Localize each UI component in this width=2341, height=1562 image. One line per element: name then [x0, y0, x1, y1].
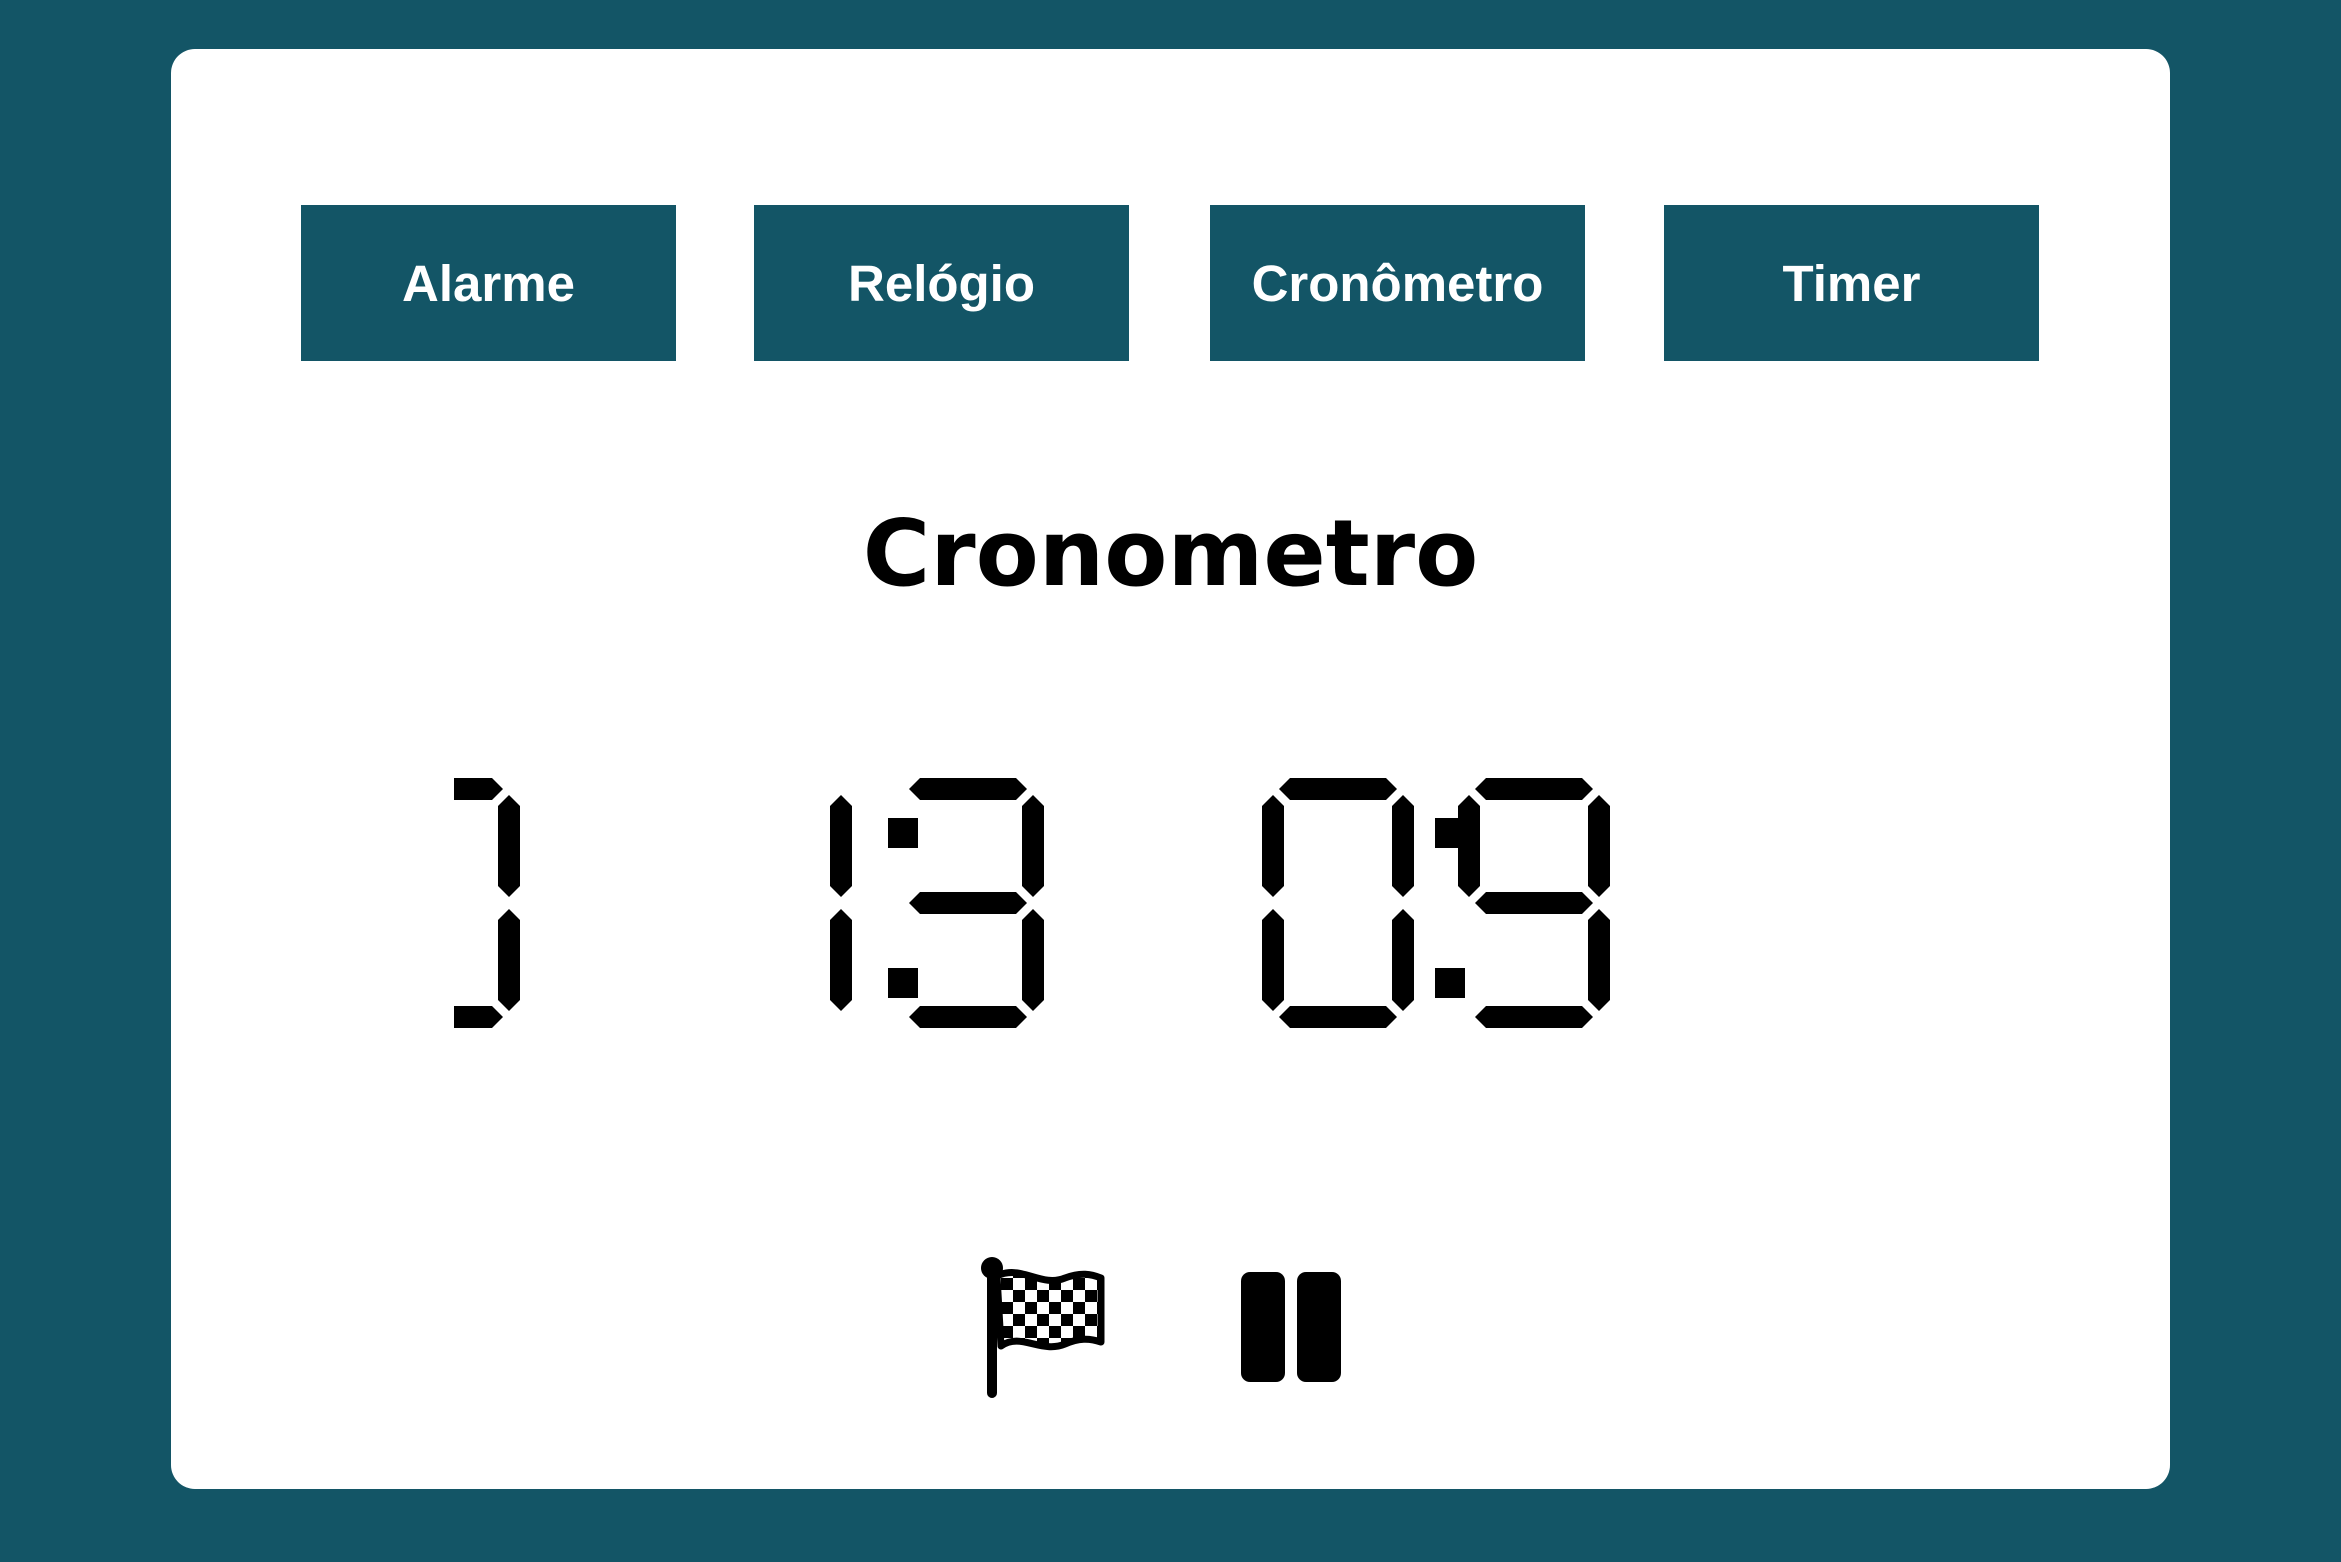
digit-3-segment-b [1022, 795, 1044, 897]
checkered-flag-icon [981, 1257, 1105, 1398]
lap-button[interactable] [977, 1254, 1117, 1404]
colon-1-dot-1 [1435, 968, 1465, 998]
mode-nav: Alarme Relógio Cronômetro Timer [301, 205, 2042, 361]
stopwatch-card: Alarme Relógio Cronômetro Timer Cronomet… [171, 49, 2170, 1489]
tab-alarme[interactable]: Alarme [301, 205, 676, 361]
digit-4-segment-f [1262, 795, 1284, 897]
colon-0-dot-0 [888, 818, 918, 848]
tab-cronometro[interactable]: Cronômetro [1210, 205, 1585, 361]
digit-5-segment-f [1458, 795, 1480, 897]
digit-5-segment-c [1588, 909, 1610, 1011]
digit-2-segment-c [830, 909, 852, 1011]
stopwatch-display [454, 723, 1904, 1063]
digit-2-segment-b [830, 795, 852, 897]
page-title: Cronometro [862, 500, 1479, 607]
digit-5-segment-b [1588, 795, 1610, 897]
digit-1-segment-b [498, 795, 520, 897]
digit-5-segment-a [1475, 778, 1593, 800]
digit-1-segment-d [454, 1006, 503, 1028]
colon-0-dot-1 [888, 968, 918, 998]
digit-1-segment-a [454, 778, 503, 800]
digit-4-segment-e [1262, 909, 1284, 1011]
stopwatch-controls [171, 1254, 2170, 1404]
digit-4-segment-a [1279, 778, 1397, 800]
tab-timer[interactable]: Timer [1664, 205, 2039, 361]
digit-3-segment-c [1022, 909, 1044, 1011]
digit-1-segment-c [498, 909, 520, 1011]
pause-button[interactable] [1231, 1254, 1361, 1404]
tab-relogio[interactable]: Relógio [754, 205, 1129, 361]
digit-4-segment-b [1392, 795, 1414, 897]
digit-3-segment-d [909, 1006, 1027, 1028]
digit-3-segment-a [909, 778, 1027, 800]
digit-5-segment-d [1475, 1006, 1593, 1028]
digit-3-segment-g [909, 892, 1027, 914]
seven-segment-time [454, 778, 1610, 1028]
digit-5-segment-g [1475, 892, 1593, 914]
pause-icon [1241, 1272, 1341, 1382]
digit-4-segment-d [1279, 1006, 1397, 1028]
digit-4-segment-c [1392, 909, 1414, 1011]
